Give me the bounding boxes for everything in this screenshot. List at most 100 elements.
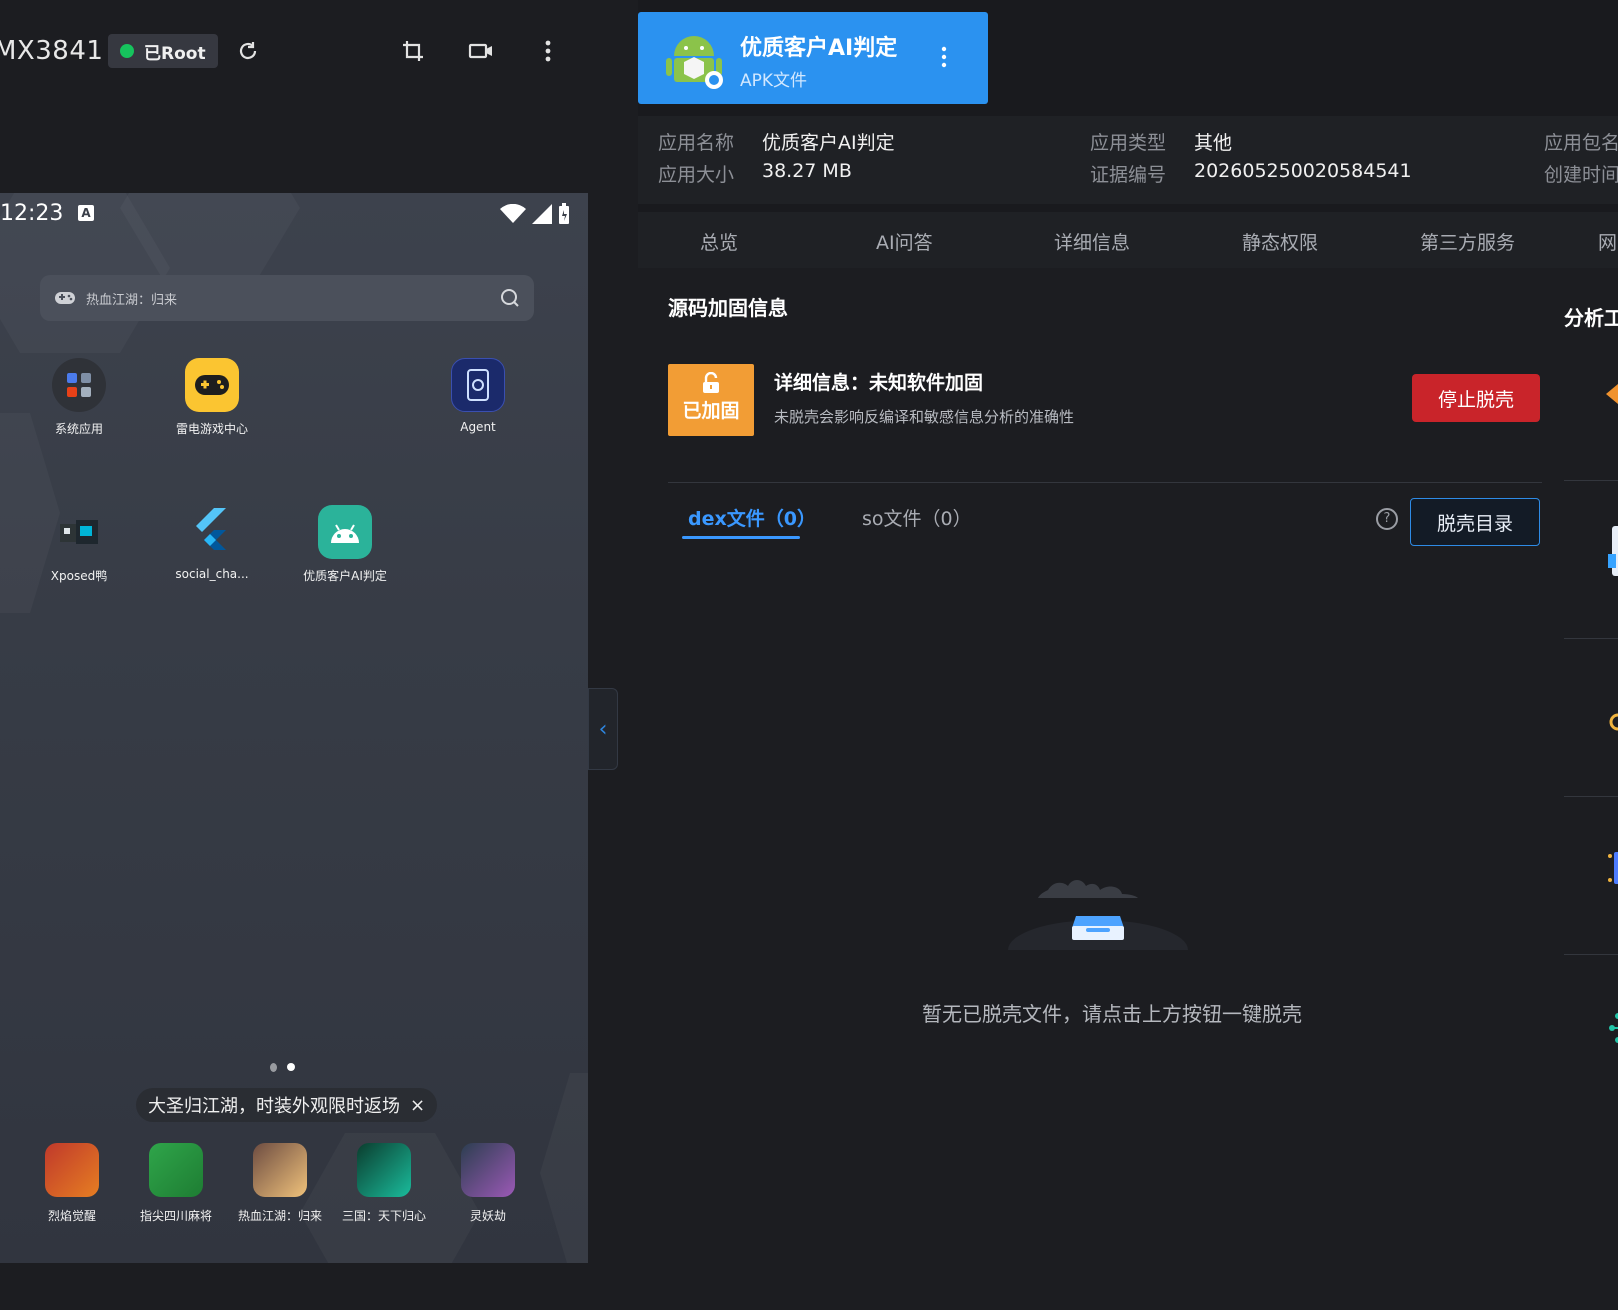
agent-icon <box>451 358 505 412</box>
tool-icon[interactable] <box>1606 358 1618 418</box>
search-bar[interactable]: 热血江湖：归来 <box>40 275 534 321</box>
android-package-icon <box>666 36 723 89</box>
search-icon <box>501 289 519 307</box>
dock-label: 灵妖劫 <box>469 1209 506 1223</box>
status-dot-icon <box>120 44 134 58</box>
search-placeholder: 热血江湖：归来 <box>86 292 178 308</box>
chevron-left-icon: ‹ <box>598 716 608 742</box>
dock-label: 烈焰觉醒 <box>47 1209 96 1223</box>
info-label: 应用名称 <box>658 132 735 154</box>
device-panel: MX3841 已Root 12:23 A 热血江湖：归来 系统应用 雷电游戏中心… <box>0 0 632 1310</box>
dock-label: 热血江湖：归来 <box>238 1209 323 1223</box>
mahjong-icon <box>149 1143 203 1197</box>
app-target[interactable]: 优质客户AI判定 <box>300 505 390 584</box>
info-label: 应用大小 <box>658 164 735 186</box>
tab-so-files[interactable]: so文件（0） <box>862 504 972 531</box>
empty-box-icon <box>1008 880 1188 958</box>
app-label: 系统应用 <box>54 422 103 436</box>
app-card[interactable]: 优质客户AI判定 APK文件 <box>638 12 988 104</box>
xposed-icon <box>52 505 106 559</box>
game-icon <box>253 1143 307 1197</box>
stop-unpack-button[interactable]: 停止脱壳 <box>1412 374 1540 422</box>
tab-details[interactable]: 详细信息 <box>1054 228 1130 255</box>
sidebar-title: 分析工 <box>1564 306 1618 330</box>
detail-subtitle: 未脱壳会影响反编译和敏感信息分析的准确性 <box>774 408 1075 426</box>
notification-a-icon: A <box>78 205 94 221</box>
more-vert-icon[interactable] <box>940 46 948 68</box>
device-screen[interactable]: 12:23 A 热血江湖：归来 系统应用 雷电游戏中心 Agent Xposed… <box>0 193 588 1263</box>
gamepad-icon <box>55 292 75 304</box>
tab-ai-qa[interactable]: AI问答 <box>876 228 933 255</box>
analysis-panel: 优质客户AI判定 APK文件 应用名称 优质客户AI判定 应用大小 38.27 … <box>638 0 1618 1310</box>
promo-toast[interactable]: 大圣归江湖，时装外观限时返场 × <box>136 1088 438 1122</box>
app-social-cha[interactable]: social_cha... <box>167 505 257 581</box>
signal-icon <box>532 204 552 224</box>
close-icon[interactable]: × <box>410 1095 425 1116</box>
app-label: Xposed鸭 <box>50 569 108 583</box>
app-type: APK文件 <box>740 71 808 91</box>
app-info-bar: 应用名称 优质客户AI判定 应用大小 38.27 MB 应用类型 其他 证据编号… <box>638 116 1618 204</box>
toast-text: 大圣归江湖，时装外观限时返场 <box>148 1096 400 1117</box>
tab-overview[interactable]: 总览 <box>700 228 738 255</box>
app-name: 优质客户AI判定 <box>740 36 898 61</box>
info-value: 其他 <box>1194 132 1233 154</box>
info-value: 优质客户AI判定 <box>762 132 895 154</box>
dock-app[interactable]: 烈焰觉醒 <box>30 1143 114 1224</box>
info-label: 应用类型 <box>1090 132 1167 154</box>
app-label: 雷电游戏中心 <box>175 422 248 436</box>
root-badge-label: 已Root <box>144 43 206 64</box>
info-value: 202605250020584541 <box>1194 160 1412 182</box>
device-title: MX3841 <box>0 36 104 66</box>
root-badge: 已Root <box>108 34 218 68</box>
status-time: 12:23 <box>0 201 64 226</box>
wifi-icon <box>500 204 526 223</box>
app-agent[interactable]: Agent <box>433 358 523 434</box>
info-label: 创建时间 <box>1544 164 1618 186</box>
game-icon <box>357 1143 411 1197</box>
app-system-apps[interactable]: 系统应用 <box>34 358 124 437</box>
app-label: social_cha... <box>175 567 249 581</box>
app-label: 优质客户AI判定 <box>303 569 387 583</box>
app-xposed[interactable]: Xposed鸭 <box>34 505 124 584</box>
analysis-tools-sidebar: 分析工 <box>1558 268 1618 1310</box>
hardened-badge: 已加固 <box>668 364 754 436</box>
record-icon[interactable] <box>466 36 496 66</box>
flutter-icon <box>185 505 239 559</box>
app-label: Agent <box>460 420 496 434</box>
info-label: 证据编号 <box>1090 164 1167 186</box>
refresh-icon[interactable] <box>233 36 263 66</box>
game-icon <box>461 1143 515 1197</box>
tool-icon[interactable] <box>1606 680 1618 740</box>
empty-state-text: 暂无已脱壳文件，请点击上方按钮一键脱壳 <box>922 1002 1302 1026</box>
tab-dex-files[interactable]: dex文件（0） <box>688 504 816 531</box>
folder-icon <box>52 358 106 412</box>
hardened-label: 已加固 <box>682 400 740 422</box>
dock-app[interactable]: 灵妖劫 <box>446 1143 530 1224</box>
info-value: 38.27 MB <box>762 160 852 182</box>
battery-icon <box>559 203 569 224</box>
game-center-icon <box>185 358 239 412</box>
help-icon[interactable]: ? <box>1376 508 1398 530</box>
divider <box>668 482 1542 483</box>
tool-icon[interactable] <box>1606 1004 1618 1054</box>
android-icon <box>318 505 372 559</box>
collapse-panel-button[interactable]: ‹ <box>588 688 618 770</box>
tool-icon[interactable] <box>1606 846 1618 896</box>
status-icons <box>500 203 570 225</box>
app-game-center[interactable]: 雷电游戏中心 <box>167 358 257 437</box>
hardening-section: 源码加固信息 已加固 详细信息：未知软件加固 未脱壳会影响反编译和敏感信息分析的… <box>638 268 1558 1310</box>
dock-app[interactable]: 热血江湖：归来 <box>238 1143 322 1224</box>
tab-third-party[interactable]: 第三方服务 <box>1420 228 1515 255</box>
tool-icon[interactable] <box>1606 520 1618 580</box>
tab-network[interactable]: 网 <box>1598 228 1617 255</box>
dock-label: 指尖四川麻将 <box>139 1209 212 1223</box>
more-vert-icon[interactable] <box>533 36 563 66</box>
dock-app[interactable]: 三国：天下归心 <box>342 1143 426 1224</box>
page-indicator <box>270 1063 295 1072</box>
tab-static-permissions[interactable]: 静态权限 <box>1242 228 1318 255</box>
unpack-directory-button[interactable]: 脱壳目录 <box>1410 498 1540 546</box>
crop-icon[interactable] <box>398 36 428 66</box>
active-tab-indicator <box>682 536 800 539</box>
lock-icon <box>703 372 719 393</box>
dock-app[interactable]: 指尖四川麻将 <box>134 1143 218 1224</box>
